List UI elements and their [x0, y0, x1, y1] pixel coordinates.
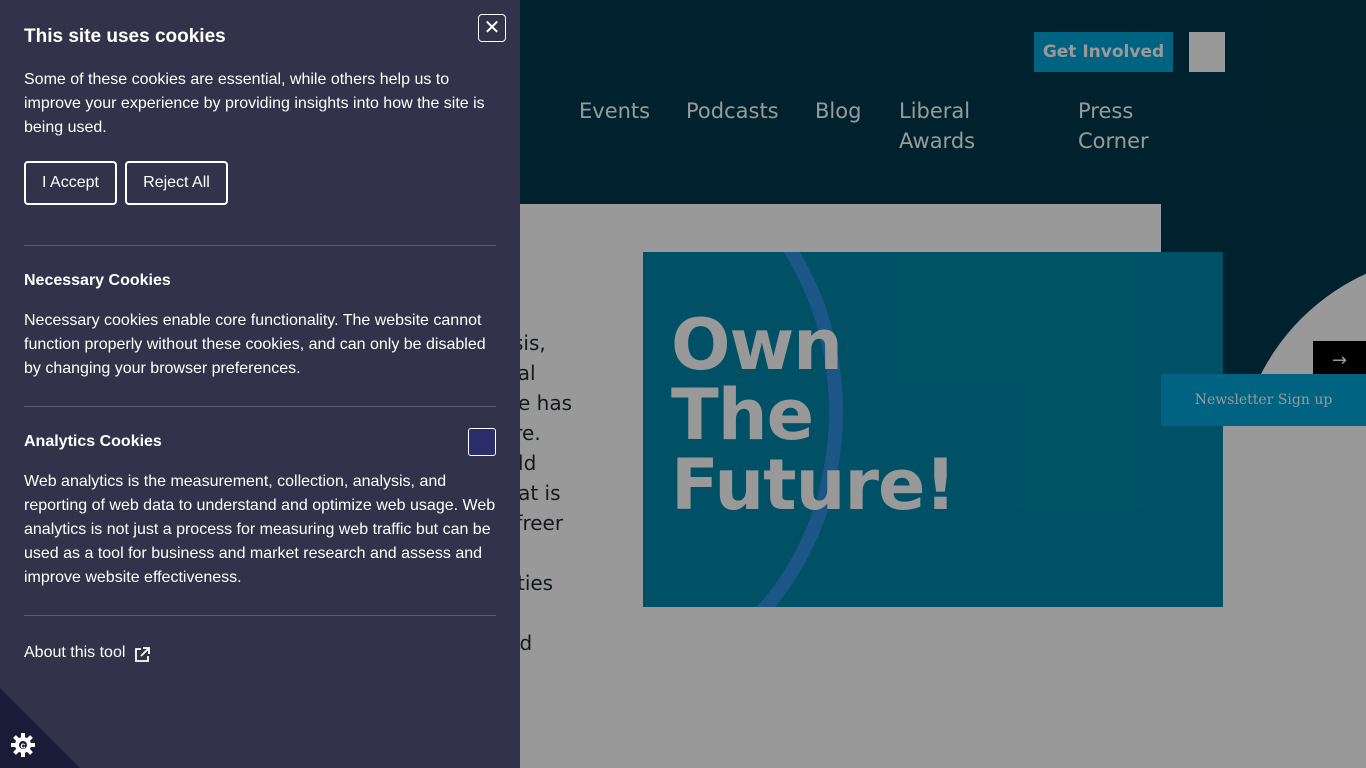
panel-title: This site uses cookies: [24, 26, 226, 47]
accept-button[interactable]: I Accept: [24, 161, 117, 205]
necessary-cookies-title: Necessary Cookies: [24, 272, 171, 289]
divider: [24, 615, 496, 616]
cookie-consent-panel: This site uses cookies ✕ Some of these c…: [0, 0, 520, 768]
cookie-gear-icon: c: [11, 733, 35, 757]
analytics-cookies-text: Web analytics is the measurement, collec…: [24, 473, 496, 586]
about-this-tool-link[interactable]: About this tool: [24, 642, 151, 664]
necessary-cookies-text: Necessary cookies enable core functional…: [24, 312, 486, 377]
cookie-settings-toggle[interactable]: c: [0, 688, 80, 768]
close-icon: ✕: [483, 17, 501, 39]
close-button[interactable]: ✕: [478, 14, 506, 42]
intro-text: Some of these cookies are essential, whi…: [24, 71, 485, 136]
analytics-cookies-checkbox[interactable]: [468, 428, 496, 456]
divider: [24, 245, 496, 246]
analytics-cookies-title: Analytics Cookies: [24, 433, 162, 450]
about-label: About this tool: [24, 644, 126, 661]
reject-all-button[interactable]: Reject All: [125, 161, 228, 205]
external-link-icon: [135, 647, 151, 662]
divider: [24, 406, 496, 407]
svg-text:c: c: [20, 741, 25, 751]
